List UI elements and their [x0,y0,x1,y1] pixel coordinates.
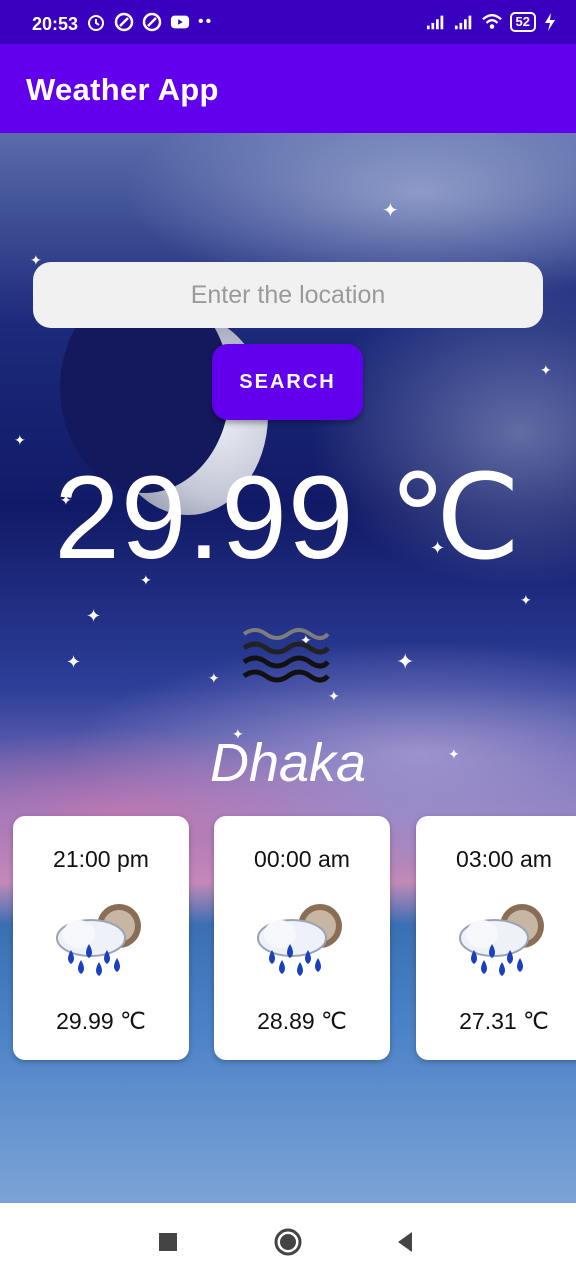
search-button[interactable]: SEARCH [212,344,363,420]
battery-level: 52 [515,14,530,29]
alarm-icon [88,15,104,31]
home-icon[interactable] [273,1227,303,1257]
app-icon [114,12,134,32]
status-time: 20:53 [32,14,79,34]
star: ✦ [14,432,26,448]
star: ✦ [396,649,415,674]
forecast-temperature: 27.31 ℃ [459,1008,549,1034]
recent-apps-icon[interactable] [153,1227,183,1257]
location-search-input[interactable] [33,262,543,328]
forecast-time: 21:00 pm [53,846,149,872]
more-notifications-icon: •• [198,13,214,30]
rain-night-icon [56,904,141,976]
forecast-card[interactable]: 21:00 pm 29.99 ℃ [13,816,189,1060]
app-icon [142,12,162,32]
signal-icon [426,15,443,30]
signal-icon [454,15,471,30]
wifi-icon [481,14,502,29]
charging-icon [545,13,555,31]
status-icons-left: •• [86,12,213,32]
forecast-temperature: 29.99 ℃ [56,1008,146,1034]
app-bar: Weather App [0,44,576,133]
navigation-bar [0,1203,576,1280]
star: ✦ [66,652,82,672]
star: ✦ [382,200,399,222]
forecast-card[interactable]: 00:00 am 28.89 ℃ [214,816,390,1060]
forecast-temperature: 28.89 ℃ [257,1008,347,1034]
back-icon[interactable] [390,1227,420,1257]
status-bar: 20:53 •• 52 [0,0,576,44]
rain-night-icon [459,904,544,976]
forecast-time: 00:00 am [254,846,350,872]
haze-icon [242,628,330,683]
battery-icon: 52 [509,12,536,32]
app-title: Weather App [26,72,219,107]
forecast-time: 03:00 am [456,846,552,872]
star: ✦ [540,362,552,378]
star: ✦ [520,592,532,608]
forecast-card[interactable]: 03:00 am 27.31 ℃ [416,816,576,1060]
star: ✦ [86,606,102,626]
star: ✦ [328,688,340,704]
status-icons-right: 52 [426,12,556,32]
current-temperature: 29.99 ℃ [54,452,522,584]
rain-night-icon [257,904,342,976]
star: ✦ [208,670,220,686]
youtube-icon [170,15,190,29]
city-name: Dhaka [209,733,367,793]
